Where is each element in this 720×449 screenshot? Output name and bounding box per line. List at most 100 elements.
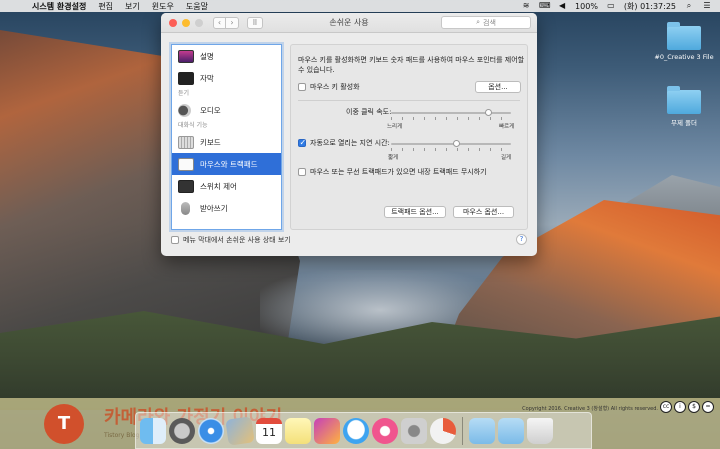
keyboard-icon (178, 135, 194, 149)
sidebar-item-label: 자막 (200, 73, 214, 83)
mouse-trackpad-pane: 마우스 키를 활성화하면 키보드 숫자 패드를 사용하여 마우스 포인터를 제어… (290, 44, 528, 230)
category-list[interactable]: 설명 자막 듣기 오디오 대화식 기능 키보드 마우스와 트랙패드 스위치 제어… (171, 44, 282, 230)
menu-edit[interactable]: 편집 (98, 1, 113, 12)
sidebar-item-switch-control[interactable]: 스위치 제어 (172, 175, 281, 197)
activity-icon[interactable] (430, 417, 456, 444)
desktop-folder[interactable]: 무제 폴더 (649, 86, 719, 127)
menu-window[interactable]: 윈도우 (152, 1, 174, 12)
folder-icon[interactable] (469, 417, 495, 444)
mouse-keys-checkbox[interactable] (298, 83, 306, 91)
desktop-folder-label: 무제 폴더 (671, 119, 697, 127)
sidebar-item-captions[interactable]: 자막 (172, 67, 281, 89)
spring-load-max-label: 길게 (501, 155, 512, 161)
battery-icon[interactable]: ▭ (606, 2, 616, 10)
status-area: ≋ ⌨ ◀ 100% ▭ (화) 01:37:25 ⌕ ☰ (521, 1, 712, 12)
title-bar[interactable]: ‹ › ⠿ 손쉬운 사용 ⌕ 검색 (161, 13, 537, 33)
sidebar-item-label: 받아쓰기 (200, 203, 228, 213)
close-button[interactable] (169, 18, 177, 27)
folder-icon (667, 22, 701, 50)
double-click-min-label: 느리게 (387, 124, 403, 130)
folder-icon[interactable] (498, 417, 524, 444)
sidebar-item-keyboard[interactable]: 키보드 (172, 131, 281, 153)
search-placeholder: 검색 (483, 18, 496, 27)
options-button[interactable]: 옵션... (475, 81, 521, 93)
divider (298, 100, 520, 101)
photo-icon[interactable] (225, 415, 255, 446)
blog-logo: T (44, 404, 84, 444)
spring-load-row[interactable]: 자동으로 열리는 지연 시간: (298, 138, 390, 148)
by-icon: i (674, 401, 686, 413)
trackpad-options-button[interactable]: 트랙패드 옵션... (384, 206, 446, 218)
volume-icon[interactable]: ◀ (557, 2, 567, 10)
forward-button[interactable]: › (226, 16, 239, 29)
slider-ticks (391, 117, 511, 120)
description-line: 수 있습니다. (298, 66, 335, 74)
input-source-icon[interactable]: ⌨ (539, 2, 551, 10)
nd-icon: = (702, 401, 714, 413)
mouse-keys-row[interactable]: 마우스 키 활성화 (298, 82, 360, 92)
spring-load-checkbox[interactable] (298, 138, 306, 148)
finder-icon[interactable] (140, 417, 166, 444)
sidebar-item-label: 키보드 (200, 137, 221, 147)
photos-icon[interactable] (314, 417, 340, 444)
sidebar-item-label: 마우스와 트랙패드 (200, 159, 258, 169)
back-button[interactable]: ‹ (213, 16, 226, 29)
wifi-icon[interactable]: ≋ (521, 2, 531, 10)
messages-icon[interactable] (343, 417, 369, 444)
launchpad-icon[interactable] (169, 417, 195, 444)
desktop-folder-label: #0_Creative 3 File (654, 53, 714, 61)
description-line: 마우스 키를 활성화하면 키보드 숫자 패드를 사용하여 마우스 포인터를 제어… (298, 56, 525, 64)
menu-app-name[interactable]: 시스템 환경설정 (32, 1, 86, 12)
menu-help[interactable]: 도움말 (186, 1, 208, 12)
notification-center-icon[interactable]: ☰ (702, 2, 712, 10)
help-button[interactable]: ? (516, 234, 527, 245)
ignore-trackpad-row[interactable]: 마우스 또는 무선 트랙패드가 있으면 내장 트랙패드 무시하기 (298, 167, 487, 177)
menu-view[interactable]: 보기 (125, 1, 140, 12)
spring-load-delay-thumb[interactable] (453, 140, 460, 147)
caption-icon (178, 71, 194, 85)
double-click-speed-thumb[interactable] (485, 109, 493, 116)
double-click-speed-label: 이중 클릭 속도: (346, 108, 392, 116)
search-field[interactable]: ⌕ 검색 (441, 16, 531, 29)
sidebar-item-display[interactable]: 설명 (172, 45, 281, 67)
sidebar-section-hearing: 듣기 (178, 90, 190, 97)
menu-clock[interactable]: (화) 01:37:25 (624, 1, 676, 12)
speaker-icon (178, 103, 191, 117)
sidebar-item-label: 설명 (200, 51, 214, 61)
itunes-icon[interactable] (372, 417, 398, 444)
sidebar-item-audio[interactable]: 오디오 (172, 99, 281, 121)
cc-icon: cc (660, 401, 672, 413)
grid-icon: ⠿ (252, 18, 258, 27)
folder-icon (667, 86, 701, 114)
desktop-folder[interactable]: #0_Creative 3 File (649, 22, 719, 61)
spotlight-icon[interactable]: ⌕ (684, 2, 694, 10)
show-in-menubar-checkbox[interactable] (171, 236, 179, 244)
mouse-options-button[interactable]: 마우스 옵션... (453, 206, 514, 218)
notes-icon[interactable] (285, 417, 311, 444)
mouse-keys-label: 마우스 키 활성화 (310, 83, 360, 91)
zoom-button[interactable] (195, 18, 203, 27)
slider-ticks (391, 148, 511, 151)
show-in-menubar-label: 메뉴 막대에서 손쉬운 사용 상태 보기 (183, 236, 291, 244)
menubar-status-row[interactable]: 메뉴 막대에서 손쉬운 사용 상태 보기 (171, 235, 291, 245)
minimize-button[interactable] (182, 18, 190, 27)
battery-percent[interactable]: 100% (575, 2, 598, 11)
sidebar-item-label: 스위치 제어 (200, 181, 237, 191)
spring-load-delay-slider[interactable] (391, 140, 511, 151)
chevron-left-icon: ‹ (217, 17, 222, 27)
system-preferences-icon[interactable] (401, 417, 427, 444)
cc-license-icons: cc i $ = (660, 401, 714, 413)
calendar-icon[interactable]: 11 (256, 417, 282, 444)
ignore-trackpad-checkbox[interactable] (298, 168, 306, 176)
sidebar-item-mouse-trackpad[interactable]: 마우스와 트랙패드 (172, 153, 281, 175)
microphone-icon (181, 201, 190, 215)
safari-icon[interactable] (198, 417, 224, 444)
spring-load-min-label: 짧게 (388, 155, 399, 161)
dock-separator (462, 416, 463, 445)
trash-icon[interactable] (527, 417, 553, 444)
display-icon (178, 49, 194, 63)
double-click-max-label: 빠르게 (499, 124, 515, 130)
sidebar-item-dictation[interactable]: 받아쓰기 (172, 197, 281, 219)
show-all-button[interactable]: ⠿ (247, 16, 263, 29)
double-click-speed-slider[interactable] (391, 109, 511, 120)
